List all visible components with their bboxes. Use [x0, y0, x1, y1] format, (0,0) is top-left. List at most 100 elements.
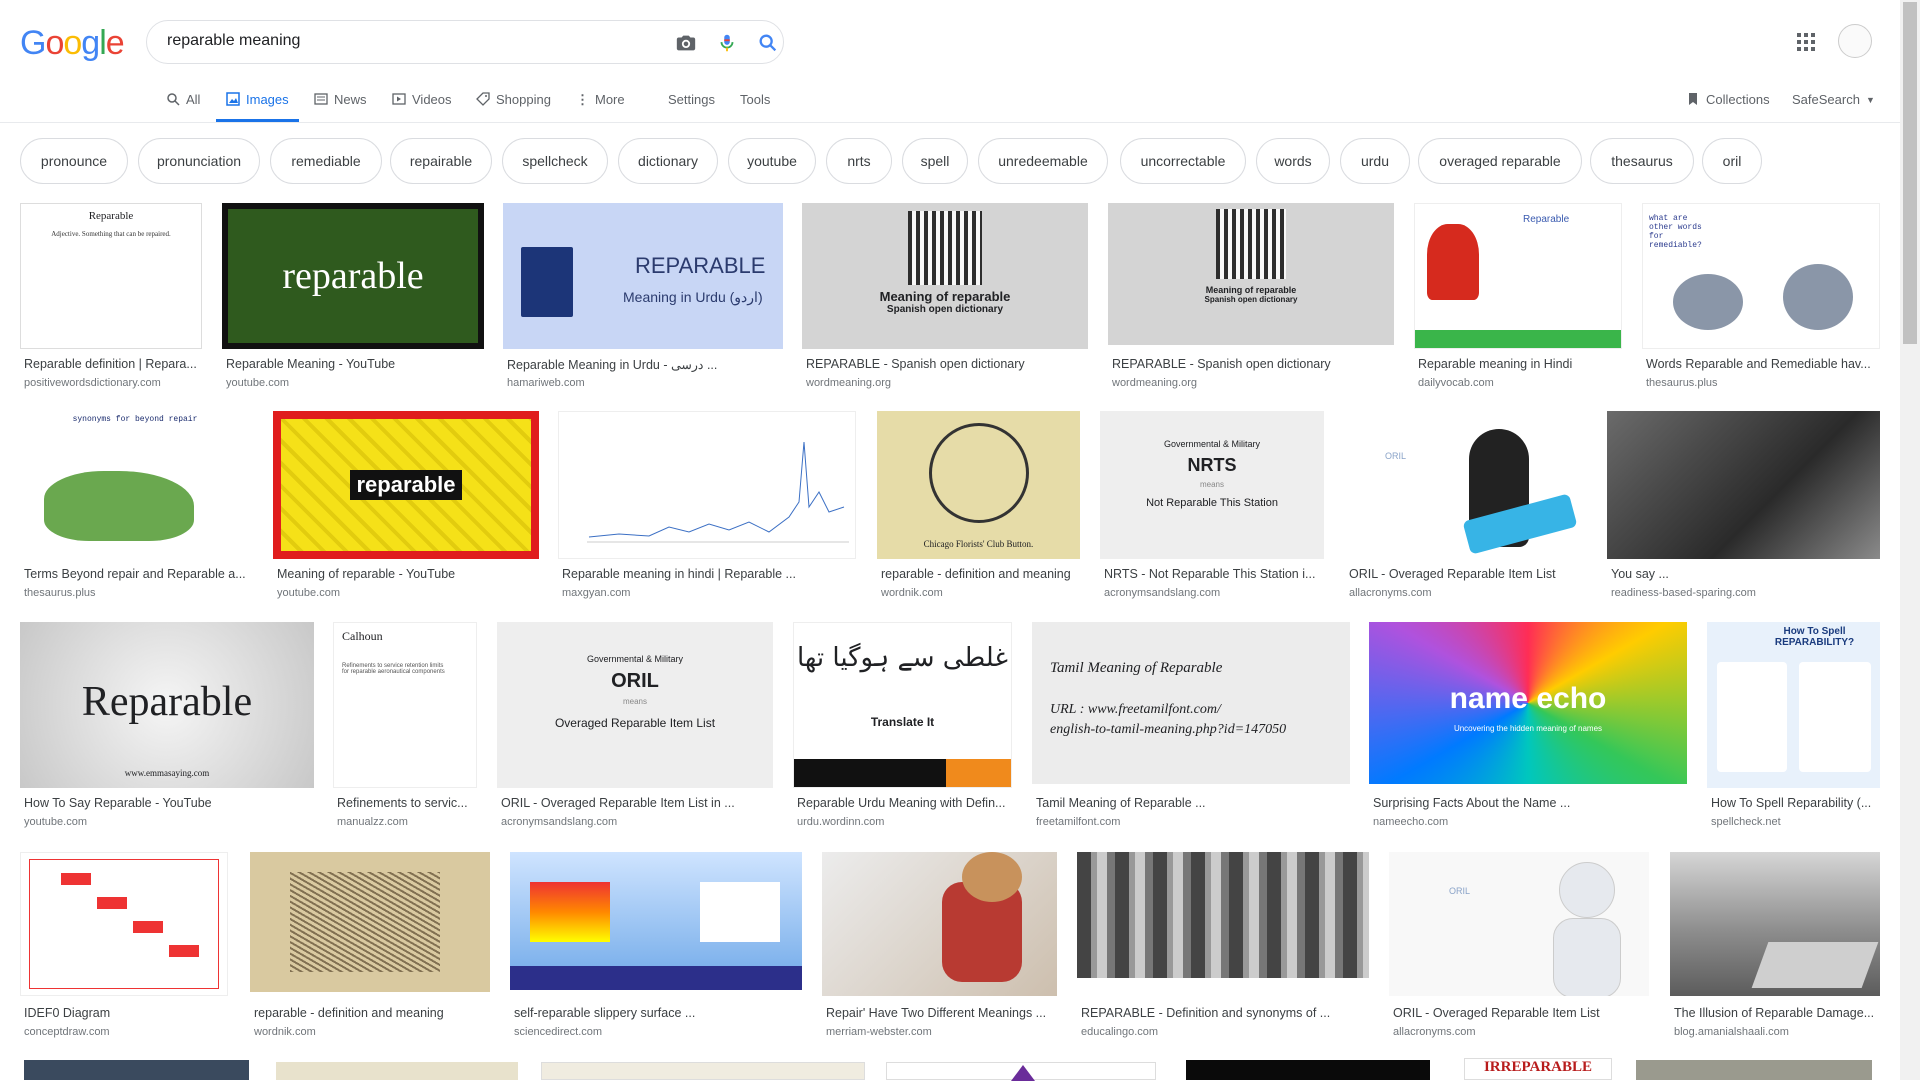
- image-result[interactable]: Reparable www.emmasaying.com How To Say …: [20, 622, 314, 832]
- image-result[interactable]: reparable - definition and meaning wordn…: [250, 852, 490, 1042]
- search-input[interactable]: [167, 32, 627, 50]
- chip[interactable]: youtube: [728, 138, 816, 184]
- result-title[interactable]: Surprising Facts About the Name ...: [1373, 796, 1687, 810]
- image-result[interactable]: Reparable Adjective. Something that can …: [20, 203, 202, 393]
- search-icon[interactable]: [757, 32, 779, 54]
- chip[interactable]: urdu: [1340, 138, 1410, 184]
- result-title[interactable]: REPARABLE - Definition and synonyms of .…: [1081, 1006, 1369, 1020]
- image-result[interactable]: Meaning of reparable Spanish open dictio…: [1108, 203, 1394, 393]
- image-result[interactable]: REPARABLE Meaning in Urdu (اردو) Reparab…: [503, 203, 783, 393]
- chip[interactable]: uncorrectable: [1120, 138, 1246, 184]
- result-thumbnail[interactable]: [1607, 411, 1880, 559]
- result-title[interactable]: How To Say Reparable - YouTube: [24, 796, 314, 810]
- chip[interactable]: words: [1256, 138, 1330, 184]
- result-thumbnail[interactable]: [1670, 852, 1880, 996]
- chip[interactable]: pronunciation: [138, 138, 260, 184]
- result-source[interactable]: wordnik.com: [881, 587, 943, 599]
- result-source[interactable]: thesaurus.plus: [1646, 377, 1718, 389]
- result-thumbnail[interactable]: [558, 411, 856, 559]
- image-result[interactable]: ORIL ORIL - Overaged Reparable Item List…: [1389, 852, 1649, 1042]
- result-source[interactable]: hamariweb.com: [507, 377, 585, 389]
- scrollbar-thumb[interactable]: [1903, 2, 1917, 344]
- result-thumbnail[interactable]: Reparable www.emmasaying.com: [20, 622, 314, 788]
- result-title[interactable]: Terms Beyond repair and Reparable a...: [24, 567, 252, 581]
- tab-images[interactable]: Images: [216, 86, 299, 122]
- result-thumbnail[interactable]: Governmental & Military NRTS means Not R…: [1100, 411, 1324, 559]
- image-result[interactable]: You say ... readiness-based-sparing.com: [1607, 411, 1880, 603]
- result-source[interactable]: educalingo.com: [1081, 1026, 1158, 1038]
- result-title[interactable]: reparable - definition and meaning: [881, 567, 1080, 581]
- result-title[interactable]: Repair' Have Two Different Meanings ...: [826, 1006, 1057, 1020]
- chip[interactable]: spell: [902, 138, 968, 184]
- chip[interactable]: oril: [1702, 138, 1762, 184]
- chip[interactable]: spellcheck: [502, 138, 608, 184]
- result-thumbnail[interactable]: what are other words for remediable?: [1642, 203, 1880, 349]
- image-result[interactable]: reparable Meaning of reparable - YouTube…: [273, 411, 539, 603]
- result-title[interactable]: Reparable meaning in hindi | Reparable .…: [562, 567, 856, 581]
- image-result[interactable]: REPARABLE - Definition and synonyms of .…: [1077, 852, 1369, 1042]
- chip[interactable]: nrts: [826, 138, 892, 184]
- result-title[interactable]: You say ...: [1611, 567, 1880, 581]
- chip[interactable]: unredeemable: [978, 138, 1108, 184]
- result-thumbnail[interactable]: reparable: [273, 411, 539, 559]
- image-result[interactable]: Governmental & Military NRTS means Not R…: [1100, 411, 1324, 603]
- tab-news[interactable]: News: [314, 86, 367, 122]
- image-result-partial[interactable]: [541, 1062, 865, 1080]
- result-title[interactable]: How To Spell Reparability (...: [1711, 796, 1880, 810]
- result-title[interactable]: The Illusion of Reparable Damage...: [1674, 1006, 1880, 1020]
- image-result[interactable]: The Illusion of Reparable Damage... blog…: [1670, 852, 1880, 1042]
- result-thumbnail[interactable]: Reparable: [1414, 203, 1622, 349]
- image-result[interactable]: synonyms for beyond repair Terms Beyond …: [20, 411, 252, 603]
- safesearch-dropdown[interactable]: SafeSearch ▼: [1792, 86, 1875, 122]
- chip[interactable]: pronounce: [20, 138, 128, 184]
- tab-tools[interactable]: Tools: [740, 86, 770, 122]
- result-thumbnail[interactable]: غلطی سے ہوگیا تھا Translate It: [793, 622, 1012, 788]
- image-result[interactable]: Tamil Meaning of Reparable URL : www.fre…: [1032, 622, 1350, 832]
- result-title[interactable]: Reparable meaning in Hindi: [1418, 357, 1622, 371]
- result-title[interactable]: IDEF0 Diagram: [24, 1006, 228, 1020]
- result-title[interactable]: Reparable definition | Repara...: [24, 357, 202, 371]
- camera-icon[interactable]: [675, 32, 697, 54]
- image-result[interactable]: Repair' Have Two Different Meanings ... …: [822, 852, 1057, 1042]
- result-thumbnail[interactable]: Meaning of reparable Spanish open dictio…: [1108, 203, 1394, 345]
- result-source[interactable]: freetamilfont.com: [1036, 816, 1120, 828]
- result-source[interactable]: youtube.com: [226, 377, 289, 389]
- result-source[interactable]: wordmeaning.org: [1112, 377, 1197, 389]
- image-result[interactable]: Reparable meaning in hindi | Reparable .…: [558, 411, 856, 603]
- result-title[interactable]: self-reparable slippery surface ...: [514, 1006, 802, 1020]
- result-source[interactable]: sciencedirect.com: [514, 1026, 602, 1038]
- result-thumbnail[interactable]: [1077, 852, 1369, 978]
- result-title[interactable]: Refinements to servic...: [337, 796, 477, 810]
- result-thumbnail[interactable]: ORIL: [1389, 852, 1649, 996]
- result-thumbnail[interactable]: [250, 852, 490, 992]
- result-source[interactable]: merriam-webster.com: [826, 1026, 932, 1038]
- result-title[interactable]: Reparable Meaning in Urdu - درسی ...: [507, 357, 783, 372]
- chip[interactable]: repairable: [390, 138, 492, 184]
- image-result-partial[interactable]: [276, 1062, 518, 1080]
- apps-grid-icon[interactable]: [1796, 32, 1816, 52]
- result-title[interactable]: REPARABLE - Spanish open dictionary: [1112, 357, 1394, 371]
- result-title[interactable]: Tamil Meaning of Reparable ...: [1036, 796, 1350, 810]
- result-source[interactable]: urdu.wordinn.com: [797, 816, 884, 828]
- result-title[interactable]: REPARABLE - Spanish open dictionary: [806, 357, 1088, 371]
- image-result[interactable]: Chicago Florists' Club Button. reparable…: [877, 411, 1080, 603]
- result-title[interactable]: Reparable Meaning - YouTube: [226, 357, 484, 371]
- tab-all[interactable]: All: [166, 86, 200, 122]
- image-result[interactable]: غلطی سے ہوگیا تھا Translate It Reparable…: [793, 622, 1012, 832]
- result-title[interactable]: reparable - definition and meaning: [254, 1006, 490, 1020]
- tab-more[interactable]: ⋮ More: [576, 86, 625, 122]
- result-thumbnail[interactable]: [822, 852, 1057, 996]
- image-result[interactable]: Governmental & Military ORIL means Overa…: [497, 622, 773, 832]
- result-source[interactable]: allacronyms.com: [1349, 587, 1432, 599]
- tab-shopping[interactable]: Shopping: [476, 86, 551, 122]
- result-source[interactable]: thesaurus.plus: [24, 587, 96, 599]
- chip[interactable]: dictionary: [618, 138, 718, 184]
- result-source[interactable]: acronymsandslang.com: [501, 816, 617, 828]
- result-source[interactable]: wordnik.com: [254, 1026, 316, 1038]
- google-logo[interactable]: Google: [20, 24, 125, 63]
- image-result[interactable]: Calhoun Refinements to service retention…: [333, 622, 477, 832]
- result-thumbnail[interactable]: name echo Uncovering the hidden meaning …: [1369, 622, 1687, 784]
- result-thumbnail[interactable]: reparable: [222, 203, 484, 349]
- result-source[interactable]: youtube.com: [24, 816, 87, 828]
- result-title[interactable]: ORIL - Overaged Reparable Item List in .…: [501, 796, 773, 810]
